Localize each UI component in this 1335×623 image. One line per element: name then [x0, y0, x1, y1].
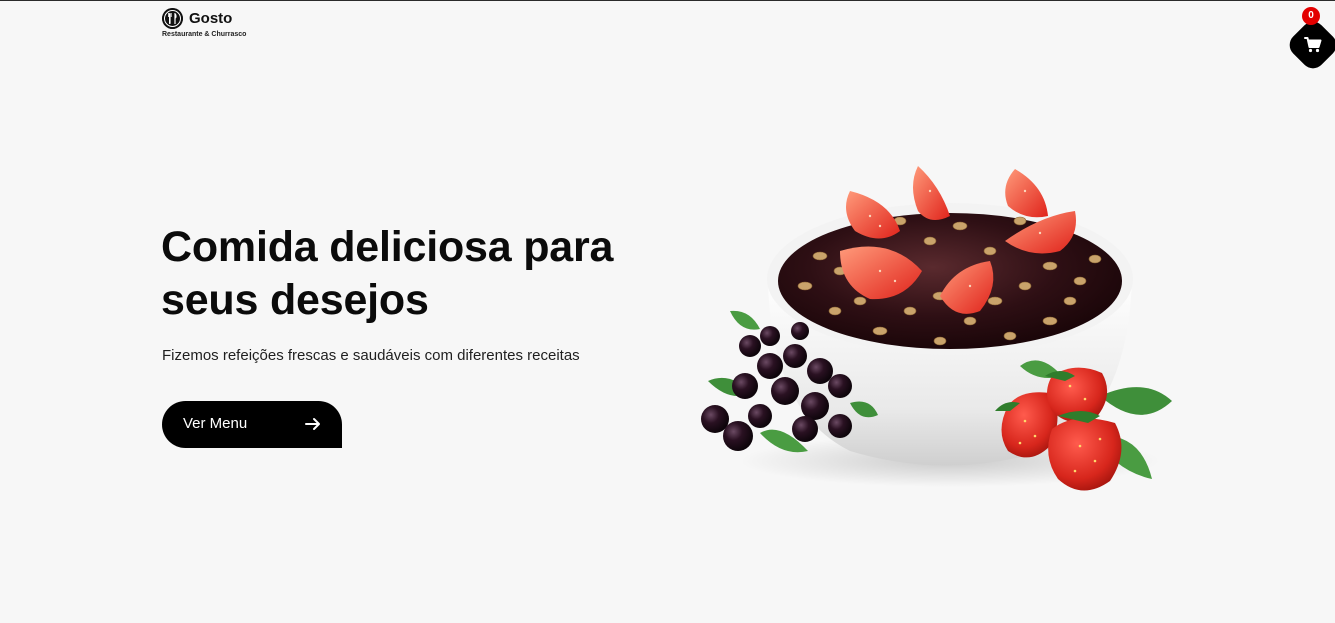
hero-title: Comida deliciosa para seus desejos	[161, 223, 614, 324]
brand-logo[interactable]: Gosto Restaurante & Churrasco	[162, 8, 282, 42]
fork-knife-icon	[162, 8, 183, 29]
cart-icon	[1304, 37, 1322, 53]
view-menu-label: Ver Menu	[183, 415, 248, 432]
brand-name: Gosto	[189, 10, 233, 27]
hero-subtitle: Fizemos refeições frescas e saudáveis co…	[162, 347, 580, 364]
brand-tagline: Restaurante & Churrasco	[162, 31, 247, 38]
acai-bowl-image	[701, 166, 1172, 491]
cart-button[interactable]	[1284, 16, 1335, 74]
view-menu-button[interactable]: Ver Menu	[162, 401, 342, 448]
cart-count-badge: 0	[1302, 7, 1320, 25]
arrow-right-icon	[305, 418, 320, 430]
